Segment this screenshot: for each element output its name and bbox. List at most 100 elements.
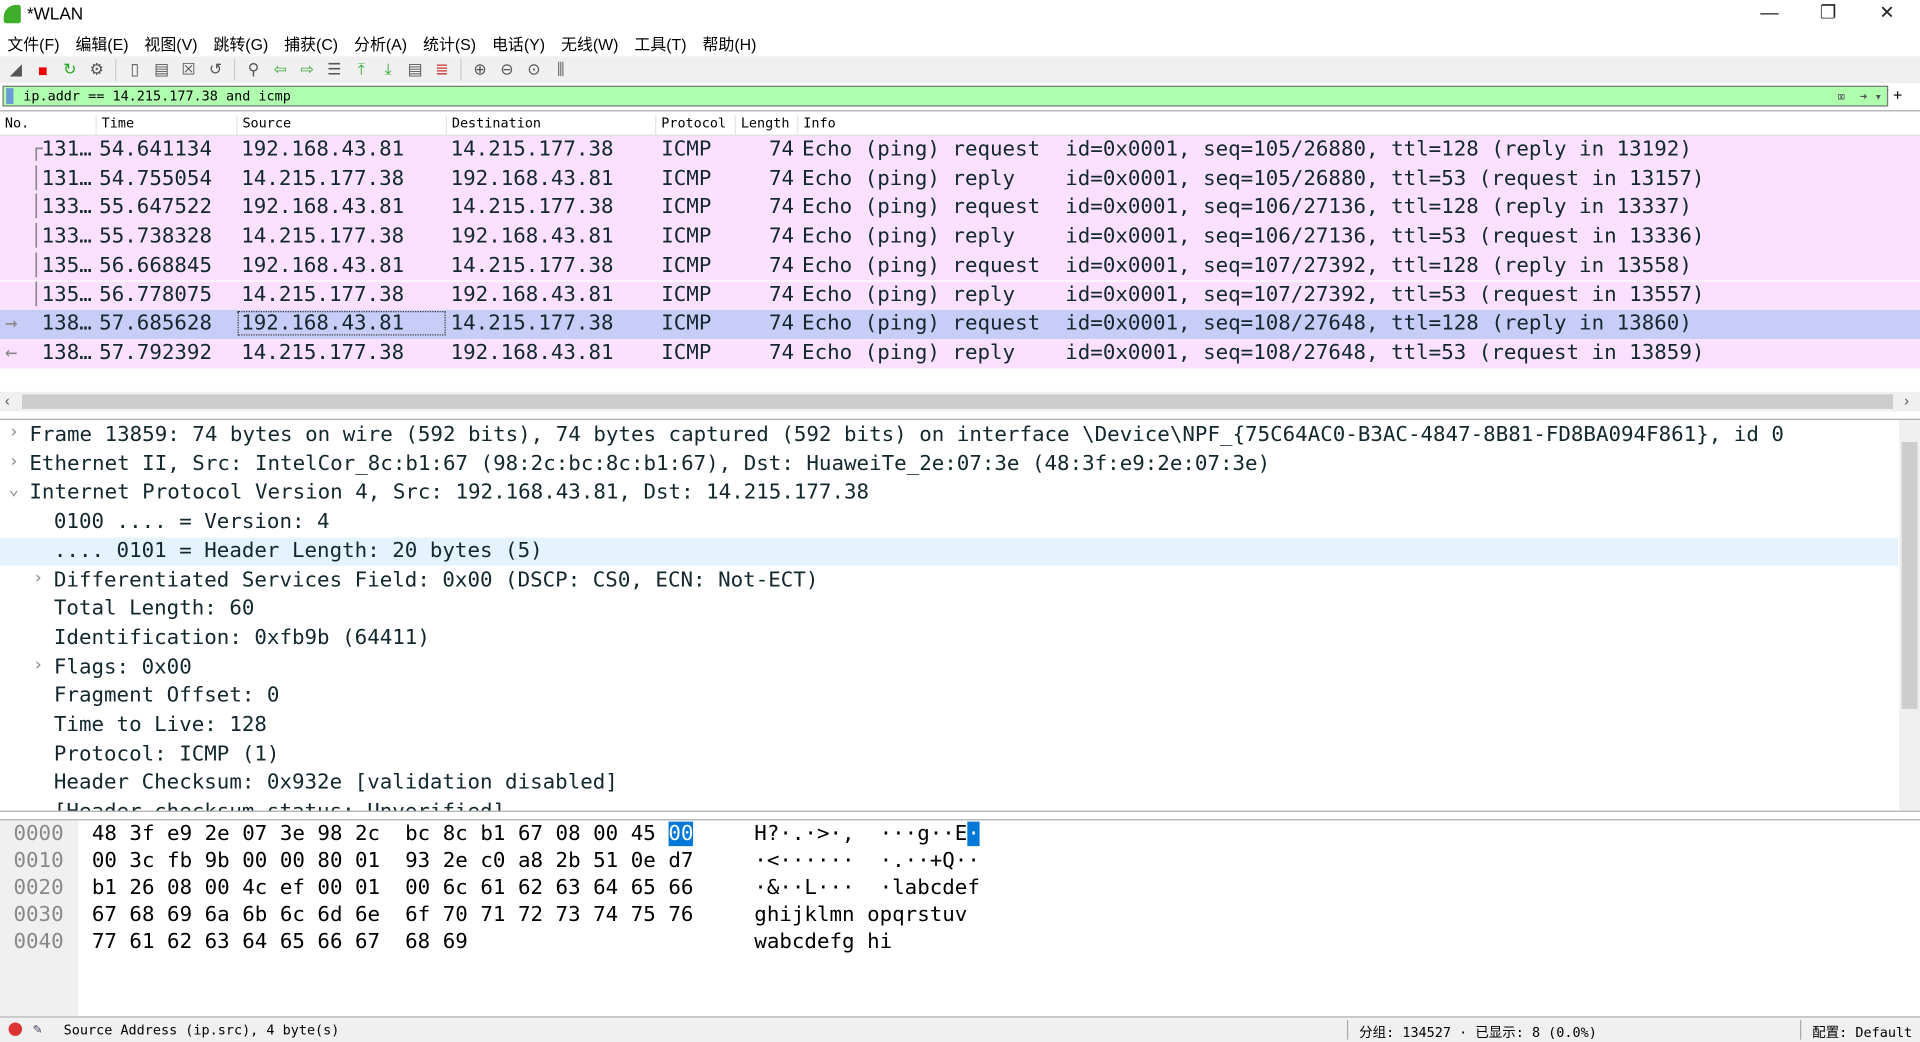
display-filter-input[interactable]: ip.addr == 14.215.177.38 and icmp ⌧ ➜ ▾ (2, 85, 1889, 107)
detail-row[interactable]: [Header checksum status: Unverified] (0, 798, 1898, 811)
packet-row[interactable]: 131… 54.641134 192.168.43.81 14.215.177.38 I… (0, 135, 1920, 165)
detail-row[interactable]: .... 0101 = Header Length: 20 bytes (5) (0, 537, 1898, 567)
detail-row[interactable]: › Frame 13859: 74 bytes on wire (592 bits… (0, 421, 1898, 450)
status-message: Source Address (ip.src), 4 byte(s) (63, 1022, 340, 1039)
packet-row[interactable]: 135… 56.778075 14.215.177.38 192.168.43.81 I… (0, 281, 1920, 311)
colorize-icon[interactable]: ≣ (431, 59, 453, 81)
back-icon[interactable]: ⇦ (269, 59, 291, 81)
detail-row[interactable]: Time to Live: 128 (0, 711, 1898, 740)
minimize-button[interactable]: — (1741, 0, 1797, 28)
add-filter-button[interactable]: + (1893, 86, 1902, 104)
menu-item[interactable]: 捕获(C) (284, 29, 347, 56)
hex-bytes[interactable]: 77 61 62 63 64 65 66 67 68 69 (92, 929, 468, 953)
column-header-time[interactable]: Time (95, 115, 134, 135)
zoom-out-icon[interactable]: ⊖ (496, 59, 518, 81)
details-vscrollbar[interactable] (1899, 420, 1920, 811)
packet-time: 56.668845 (99, 253, 212, 278)
detail-row[interactable]: Identification: 0xfb9b (64411) (0, 624, 1898, 653)
detail-row[interactable]: Total Length: 60 (0, 595, 1898, 624)
hex-bytes[interactable]: 48 3f e9 2e 07 3e 98 2c bc 8c b1 67 08 0… (92, 821, 694, 847)
autoscroll-icon[interactable]: ▤ (404, 59, 426, 81)
detail-row[interactable]: Protocol: ICMP (1) (0, 740, 1898, 769)
chevron-right-icon[interactable]: › (33, 655, 43, 675)
menu-item[interactable]: 跳转(G) (213, 29, 276, 56)
apply-filter-icon[interactable]: ➜ ▾ (1860, 88, 1882, 106)
detail-row[interactable]: Fragment Offset: 0 (0, 682, 1898, 711)
first-icon[interactable]: ⤒ (350, 59, 372, 81)
ascii-bytes[interactable]: wabcdefg hi (754, 929, 892, 953)
bookmark-icon[interactable] (6, 88, 14, 105)
restart-icon[interactable]: ↻ (59, 59, 81, 81)
menu-item[interactable]: 分析(A) (354, 29, 416, 56)
zoom-normal-icon[interactable]: ⊙ (523, 59, 545, 81)
hex-bytes[interactable]: 67 68 69 6a 6b 6c 6d 6e 6f 70 71 72 73 7… (92, 902, 694, 926)
options-icon[interactable]: ⚙ (86, 59, 108, 81)
reload-icon[interactable]: ↺ (204, 59, 226, 81)
scroll-left-icon[interactable]: ‹ (5, 392, 10, 409)
menu-item[interactable]: 统计(S) (423, 29, 485, 56)
chevron-down-icon[interactable]: ⌄ (9, 480, 19, 500)
selected-ascii[interactable]: · (967, 821, 980, 847)
zoom-in-icon[interactable]: ⊕ (469, 59, 491, 81)
column-header-source[interactable]: Source (236, 115, 291, 135)
detail-row[interactable]: ⌄ Internet Protocol Version 4, Src: 192.1… (0, 479, 1898, 508)
scrollbar-thumb[interactable] (22, 394, 1894, 409)
shark-fin-icon[interactable]: ◢ (5, 59, 27, 81)
packet-row[interactable]: 138… 57.685628 192.168.43.81 14.215.177.38 I… (0, 310, 1920, 340)
packet-row[interactable]: 133… 55.647522 192.168.43.81 14.215.177.38 I… (0, 193, 1920, 223)
find-icon[interactable]: ⚲ (242, 59, 264, 81)
expert-info-icon[interactable] (8, 1022, 23, 1036)
packet-row[interactable]: 133… 55.738328 14.215.177.38 192.168.43.81 I… (0, 222, 1920, 252)
close-button[interactable]: ✕ (1859, 0, 1915, 28)
forward-icon[interactable]: ⇨ (296, 59, 318, 81)
chevron-right-icon[interactable]: › (33, 568, 43, 588)
ascii-bytes[interactable]: H?·.·>·, ···g··E· (754, 821, 980, 847)
menu-item[interactable]: 文件(F) (7, 29, 68, 56)
detail-row[interactable]: › Flags: 0x00 (0, 653, 1898, 682)
ascii-bytes[interactable]: ·&··L··· ·labcdef (754, 876, 980, 900)
packet-row[interactable]: 138… 57.792392 14.215.177.38 192.168.43.81 I… (0, 339, 1920, 369)
packet-row[interactable]: 135… 56.668845 192.168.43.81 14.215.177.38 I… (0, 251, 1920, 282)
selected-byte[interactable]: 00 (668, 821, 694, 847)
file-icon[interactable]: ▤ (151, 59, 173, 81)
profile-selector[interactable]: 配置: Default (1812, 1022, 1912, 1042)
column-header-destination[interactable]: Destination (445, 115, 541, 135)
column-header-protocol[interactable]: Protocol (655, 115, 726, 135)
close-file-icon[interactable]: ☒ (178, 59, 200, 81)
scroll-right-icon[interactable]: › (1904, 392, 1909, 409)
hex-bytes[interactable]: 00 3c fb 9b 00 00 80 01 93 2e c0 a8 2b 5… (92, 849, 694, 873)
restore-button[interactable]: ❐ (1800, 0, 1856, 28)
byte-offset: 0040 (13, 929, 64, 954)
stop-icon[interactable]: ■ (32, 59, 54, 81)
menu-item[interactable]: 工具(T) (634, 29, 695, 56)
comment-icon[interactable]: ✎ (33, 1020, 42, 1037)
ascii-bytes[interactable]: ·<······ ·.··+Q·· (754, 849, 980, 873)
last-icon[interactable]: ⤓ (377, 59, 399, 81)
goto-icon[interactable]: ☰ (323, 59, 345, 81)
hex-bytes[interactable]: b1 26 08 00 4c ef 00 01 00 6c 61 62 63 6… (92, 876, 694, 900)
detail-row[interactable]: Header Checksum: 0x932e [validation disa… (0, 769, 1898, 798)
column-header-info[interactable]: Info (797, 115, 836, 135)
column-header-no[interactable]: No. (0, 115, 29, 135)
packet-protocol: ICMP (661, 195, 712, 220)
packet-list-hscrollbar[interactable]: ‹ › (0, 391, 1920, 412)
detail-row[interactable]: 0100 .... = Version: 4 (0, 508, 1898, 537)
chevron-right-icon[interactable]: › (9, 451, 19, 471)
menu-item[interactable]: 视图(V) (144, 29, 206, 56)
byte-offset: 0030 (13, 902, 64, 927)
menu-item[interactable]: 编辑(E) (75, 29, 137, 56)
menu-item[interactable]: 帮助(H) (702, 29, 765, 56)
ascii-bytes[interactable]: ghijklmn opqrstuv (754, 902, 967, 926)
scrollbar-thumb[interactable] (1901, 442, 1918, 709)
column-header-length[interactable]: Length (734, 115, 789, 135)
detail-row[interactable]: › Differentiated Services Field: 0x00 (DS… (0, 566, 1898, 595)
detail-row[interactable]: › Ethernet II, Src: IntelCor_8c:b1:67 (98… (0, 450, 1898, 479)
ascii-text: wabcdefg hi (754, 929, 893, 954)
menu-item[interactable]: 无线(W) (561, 29, 627, 56)
clear-filter-icon[interactable]: ⌧ (1837, 88, 1845, 106)
menu-item[interactable]: 电话(Y) (492, 29, 554, 56)
open-icon[interactable]: ▯ (124, 59, 146, 81)
packet-row[interactable]: 131… 54.755054 14.215.177.38 192.168.43.81 I… (0, 164, 1920, 194)
chevron-right-icon[interactable]: › (9, 422, 19, 442)
resize-columns-icon[interactable]: ⫼ (550, 59, 572, 81)
